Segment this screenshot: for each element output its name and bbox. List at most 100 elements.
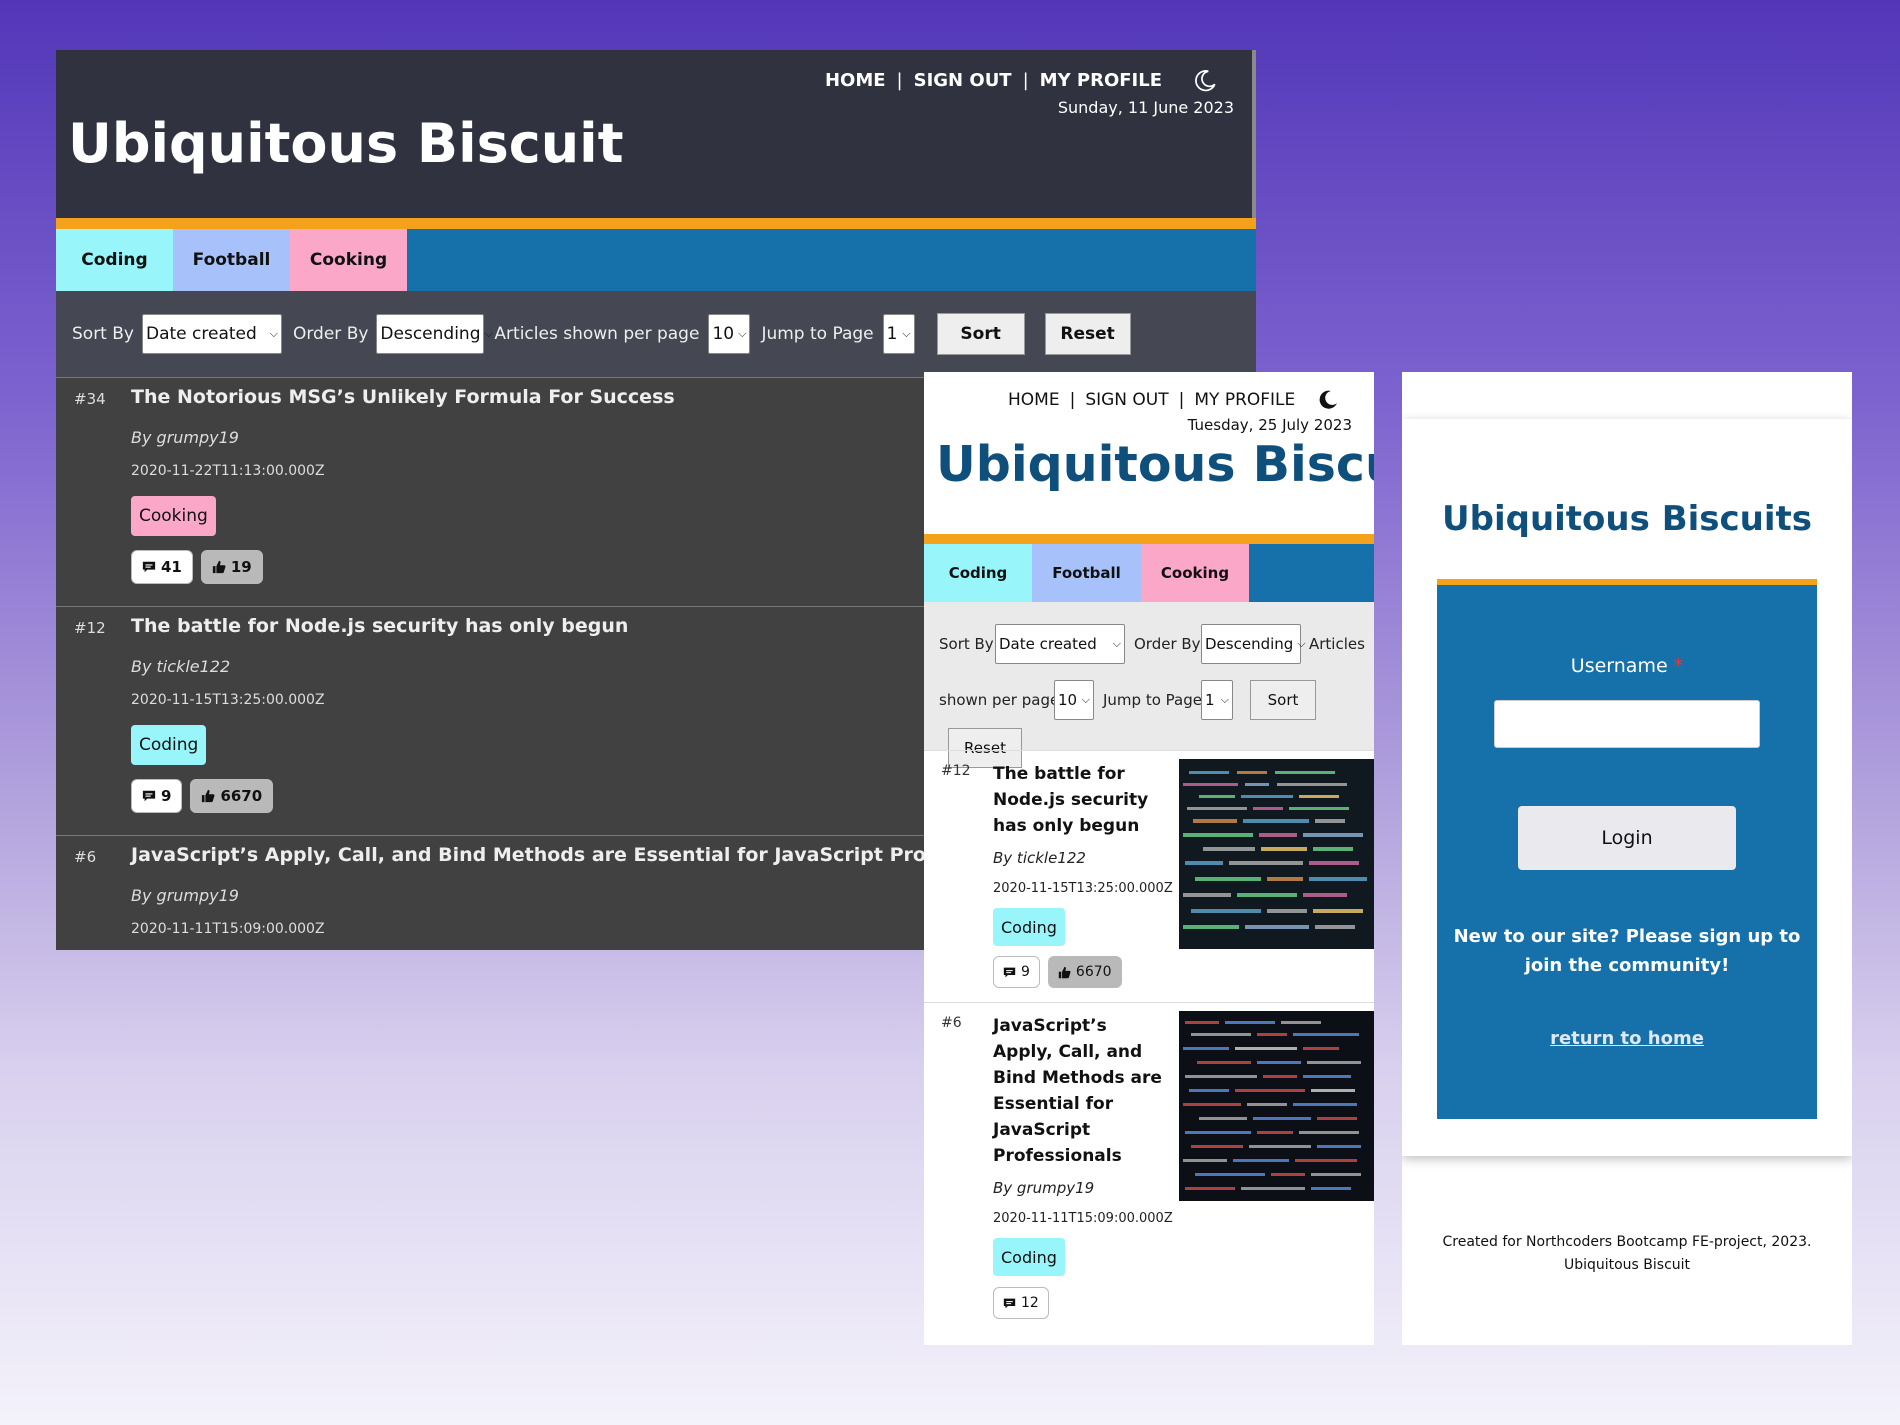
article-title[interactable]: The battle for Node.js security has only… bbox=[131, 615, 628, 637]
login-screenshot: Ubiquitous Biscuits Username * Login New… bbox=[1402, 372, 1852, 1345]
chevron-down-icon: ⌵ bbox=[269, 327, 278, 340]
jump-to-page-label: Jump to Page bbox=[761, 324, 874, 344]
topic-badge[interactable]: Coding bbox=[993, 908, 1065, 946]
reset-button[interactable]: Reset bbox=[1044, 313, 1131, 355]
jump-to-page-select[interactable]: 1 ⌵ bbox=[882, 314, 915, 354]
article-title[interactable]: JavaScript’s Apply, Call, and Bind Metho… bbox=[131, 844, 1033, 866]
chevron-down-icon: ⌵ bbox=[1081, 693, 1090, 706]
vote-button[interactable]: 6670 bbox=[190, 779, 274, 813]
comment-icon bbox=[1003, 1298, 1016, 1308]
code-screen-image bbox=[1179, 759, 1374, 949]
article-title[interactable]: The Notorious MSG’s Unlikely Formula For… bbox=[131, 386, 675, 408]
tab-cooking[interactable]: Cooking bbox=[1141, 544, 1249, 602]
top-nav: HOME | SIGN OUT | MY PROFILE bbox=[1008, 390, 1295, 410]
required-marker: * bbox=[1673, 655, 1684, 677]
site-title[interactable]: Ubiquitous Biscuit bbox=[68, 112, 624, 175]
moon-icon[interactable] bbox=[1316, 388, 1340, 412]
login-button[interactable]: Login bbox=[1518, 806, 1736, 870]
article-number: #6 bbox=[941, 1015, 962, 1031]
nav-sign-out-link[interactable]: SIGN OUT bbox=[1085, 390, 1168, 410]
footer-credit: Created for Northcoders Bootcamp FE-proj… bbox=[1442, 1234, 1812, 1250]
current-date: Sunday, 11 June 2023 bbox=[1057, 98, 1234, 117]
scrollbar[interactable] bbox=[1252, 50, 1256, 230]
topic-badge[interactable]: Coding bbox=[131, 725, 207, 765]
page-footer: Created for Northcoders Bootcamp FE-proj… bbox=[1402, 1231, 1852, 1277]
comment-count-button[interactable]: 9 bbox=[131, 779, 183, 813]
nav-separator: | bbox=[1022, 70, 1029, 91]
topic-nav: Coding Football Cooking bbox=[56, 229, 1256, 291]
nav-separator: | bbox=[1069, 390, 1076, 410]
topic-badge[interactable]: Coding bbox=[993, 1238, 1065, 1276]
light-mobile-screenshot: HOME | SIGN OUT | MY PROFILE Tuesday, 25… bbox=[924, 372, 1374, 1345]
thumbs-up-icon bbox=[1058, 966, 1071, 978]
article-thumbnail[interactable] bbox=[1179, 1011, 1374, 1201]
signup-prompt[interactable]: New to our site? Please sign up to join … bbox=[1437, 922, 1817, 980]
tab-coding[interactable]: Coding bbox=[924, 544, 1032, 602]
nav-home-link[interactable]: HOME bbox=[1008, 390, 1060, 410]
nav-my-profile-link[interactable]: MY PROFILE bbox=[1040, 70, 1162, 91]
return-to-home-link[interactable]: return to home bbox=[1437, 1028, 1817, 1049]
nav-home-link[interactable]: HOME bbox=[825, 70, 886, 91]
jump-to-page-label: Jump to Page bbox=[1103, 691, 1202, 709]
article-author: By grumpy19 bbox=[131, 886, 239, 905]
order-by-select[interactable]: Descending ⌵ bbox=[1201, 624, 1306, 664]
vote-button[interactable]: 6670 bbox=[1047, 956, 1122, 988]
nav-sign-out-link[interactable]: SIGN OUT bbox=[914, 70, 1012, 91]
chevron-down-icon: ⌵ bbox=[902, 327, 911, 340]
username-input[interactable] bbox=[1494, 700, 1760, 748]
article-thumbnail[interactable] bbox=[1179, 759, 1374, 949]
article-title[interactable]: JavaScript’s Apply, Call, and Bind Metho… bbox=[993, 1013, 1163, 1169]
comment-count-button[interactable]: 12 bbox=[993, 1287, 1049, 1319]
jump-to-page-select[interactable]: 1 ⌵ bbox=[1201, 680, 1233, 720]
article-title[interactable]: The battle for Node.js security has only… bbox=[993, 761, 1163, 839]
comment-count: 12 bbox=[1021, 1295, 1039, 1311]
nav-separator: | bbox=[1178, 390, 1185, 410]
code-screen-image bbox=[1179, 1011, 1374, 1201]
accent-stripe bbox=[924, 534, 1374, 544]
moon-icon[interactable] bbox=[1192, 68, 1218, 94]
login-title: Ubiquitous Biscuits bbox=[1442, 499, 1812, 539]
article-card[interactable]: #6 JavaScript’s Apply, Call, and Bind Me… bbox=[924, 1002, 1374, 1332]
per-page-label: Articles shown per page bbox=[494, 324, 700, 344]
tab-football[interactable]: Football bbox=[1032, 544, 1141, 602]
article-card[interactable]: #12 The battle for Node.js security has … bbox=[924, 750, 1374, 1002]
sort-button[interactable]: Sort bbox=[936, 313, 1025, 355]
per-page-select[interactable]: 10 ⌵ bbox=[708, 314, 751, 354]
article-number: #34 bbox=[74, 390, 106, 408]
tab-football[interactable]: Football bbox=[173, 229, 290, 291]
comment-count: 9 bbox=[161, 787, 172, 805]
article-author: By grumpy19 bbox=[993, 1179, 1095, 1197]
per-page-select[interactable]: 10 ⌵ bbox=[1054, 680, 1094, 720]
topic-badge[interactable]: Cooking bbox=[131, 496, 216, 536]
current-date: Tuesday, 25 July 2023 bbox=[1187, 416, 1352, 434]
sort-controls: Sort By Date created ⌵ Order By Descendin… bbox=[56, 291, 1256, 377]
comment-count-button[interactable]: 9 bbox=[993, 956, 1040, 988]
nav-my-profile-link[interactable]: MY PROFILE bbox=[1194, 390, 1295, 410]
sort-by-select[interactable]: Date created ⌵ bbox=[141, 314, 282, 354]
article-created-at: 2020-11-15T13:25:00.000Z bbox=[131, 692, 325, 708]
site-header: HOME | SIGN OUT | MY PROFILE Sunday, 11 … bbox=[56, 50, 1256, 230]
vote-button[interactable]: 19 bbox=[200, 550, 263, 584]
article-created-at: 2020-11-11T15:09:00.000Z bbox=[993, 1211, 1173, 1226]
comment-icon bbox=[142, 790, 156, 802]
chevron-down-icon: ⌵ bbox=[738, 327, 747, 340]
top-nav: HOME | SIGN OUT | MY PROFILE bbox=[825, 70, 1162, 91]
article-author: By grumpy19 bbox=[131, 428, 239, 447]
chevron-down-icon: ⌵ bbox=[484, 327, 493, 340]
sort-by-select[interactable]: Date created ⌵ bbox=[995, 624, 1125, 664]
comment-count-button[interactable]: 41 bbox=[131, 550, 193, 584]
article-number: #12 bbox=[74, 619, 106, 637]
thumbs-up-icon bbox=[202, 789, 215, 803]
comment-icon bbox=[1003, 967, 1016, 977]
article-number: #6 bbox=[74, 848, 97, 866]
login-card: Ubiquitous Biscuits Username * Login New… bbox=[1402, 419, 1852, 1156]
sort-controls: Sort By Date created ⌵ Order By Descendin… bbox=[924, 602, 1374, 768]
article-created-at: 2020-11-22T11:13:00.000Z bbox=[131, 463, 325, 479]
tab-cooking[interactable]: Cooking bbox=[290, 229, 407, 291]
order-by-select[interactable]: Descending ⌵ bbox=[376, 314, 493, 354]
vote-count: 6670 bbox=[220, 787, 263, 805]
sort-button[interactable]: Sort bbox=[1250, 680, 1316, 720]
topic-nav: Coding Football Cooking bbox=[924, 544, 1374, 602]
site-title[interactable]: Ubiquitous Biscuit bbox=[936, 436, 1374, 493]
tab-coding[interactable]: Coding bbox=[56, 229, 173, 291]
